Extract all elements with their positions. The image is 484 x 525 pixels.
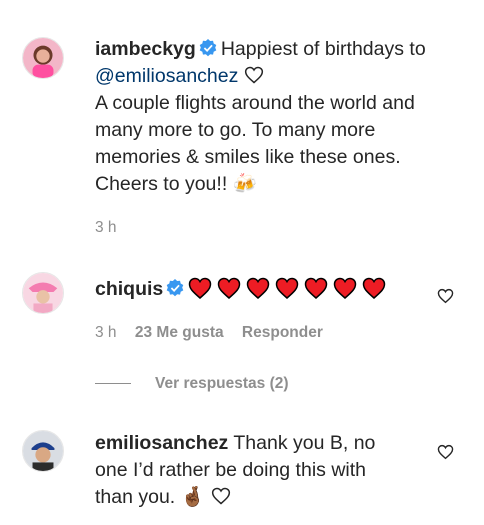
red-heart-emoji: [305, 277, 328, 299]
replies-divider: [95, 383, 131, 385]
white-heart-icon: [211, 487, 231, 505]
like-heart-icon[interactable]: [437, 444, 454, 460]
red-heart-emoji: [247, 277, 270, 299]
view-replies[interactable]: Ver respuestas (2): [95, 375, 289, 393]
caption-meta: 3 h: [95, 219, 131, 237]
red-heart-emoji: [218, 277, 241, 299]
avatar-iambeckyg[interactable]: [22, 37, 64, 79]
beer-emoji: 🍻: [232, 173, 257, 195]
like-heart-icon[interactable]: [437, 288, 454, 304]
red-heart-emoji: [189, 277, 212, 299]
comment-time[interactable]: 3 h: [95, 324, 117, 341]
red-hearts-row: [188, 277, 391, 300]
verified-badge-icon: [166, 279, 184, 297]
avatar-chiquis[interactable]: [22, 272, 64, 314]
caption-block: iambeckyg Happiest of birthdays to @emili…: [95, 36, 465, 198]
comment-line-1: Thank you B, no: [233, 432, 376, 454]
caption-line-3: many more to go. To many more: [95, 119, 376, 141]
avatar-emiliosanchez[interactable]: [22, 430, 64, 472]
crossed-fingers-emoji: 🤞🏾: [180, 486, 205, 508]
view-replies-label[interactable]: Ver respuestas (2): [155, 375, 289, 392]
caption-line-5: Cheers to you!!: [95, 173, 233, 195]
caption-line-4: memories & smiles like these ones.: [95, 146, 401, 168]
red-heart-emoji: [276, 277, 299, 299]
comment-emiliosanchez: emiliosanchez Thank you B, no one I’d ra…: [95, 430, 425, 511]
comment-username-chiquis[interactable]: chiquis: [95, 278, 163, 300]
mention-link[interactable]: @emiliosanchez: [95, 65, 238, 87]
white-heart-icon: [245, 66, 264, 84]
comment-line-2: one I’d rather be doing this with: [95, 459, 367, 481]
likes-count[interactable]: 23 Me gusta: [135, 324, 224, 341]
red-heart-emoji: [334, 277, 357, 299]
red-heart-emoji: [363, 277, 386, 299]
comment-chiquis: chiquis: [95, 276, 425, 303]
caption-line-2: A couple flights around the world and: [95, 92, 415, 114]
comment-username-emiliosanchez[interactable]: emiliosanchez: [95, 432, 228, 454]
reply-button[interactable]: Responder: [242, 324, 323, 341]
caption-text-line1: Happiest of birthdays to: [220, 38, 426, 60]
verified-badge-icon: [199, 39, 217, 57]
comment-meta-chiquis: 3 h 23 Me gusta Responder: [95, 324, 337, 342]
comment-line-3: than you.: [95, 486, 181, 508]
caption-time[interactable]: 3 h: [95, 219, 117, 236]
caption-username[interactable]: iambeckyg: [95, 38, 196, 60]
